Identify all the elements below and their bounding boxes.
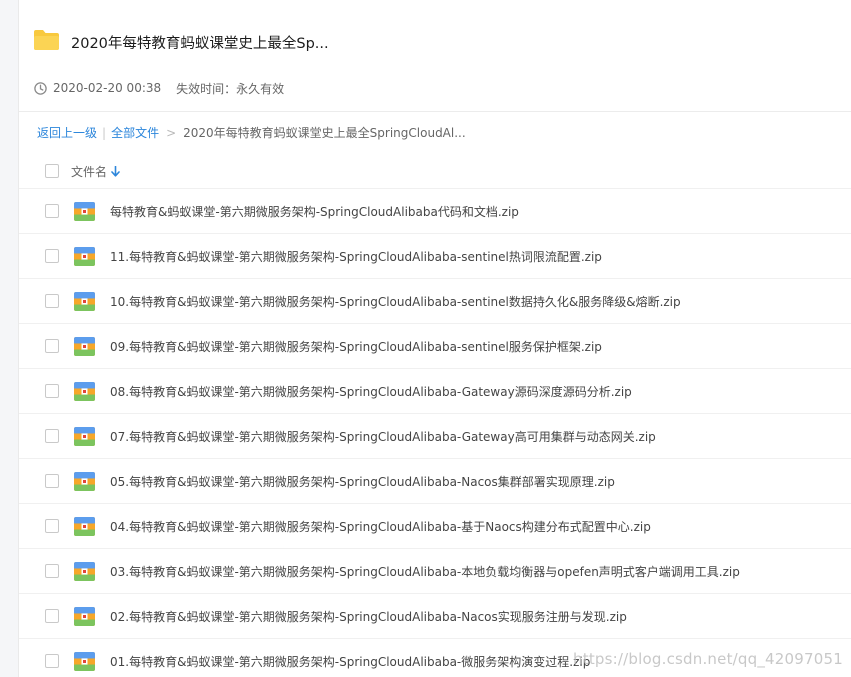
zip-file-icon bbox=[74, 382, 95, 401]
sort-down-arrow-icon[interactable] bbox=[111, 165, 120, 177]
share-title: 2020年每特教育蚂蚁课堂史上最全Sp... bbox=[71, 36, 329, 52]
file-row[interactable]: 09.每特教育&蚂蚁课堂-第六期微服务架构-SpringCloudAlibaba… bbox=[19, 323, 851, 368]
file-list-header: 文件名 bbox=[19, 155, 851, 187]
breadcrumb: 返回上一级 | 全部文件 > 2020年每特教育蚂蚁课堂史上最全SpringCl… bbox=[37, 124, 466, 141]
file-row[interactable]: 03.每特教育&蚂蚁课堂-第六期微服务架构-SpringCloudAlibaba… bbox=[19, 548, 851, 593]
file-checkbox[interactable] bbox=[45, 654, 59, 668]
file-checkbox[interactable] bbox=[45, 204, 59, 218]
zip-file-icon bbox=[74, 202, 95, 221]
file-row[interactable]: 04.每特教育&蚂蚁课堂-第六期微服务架构-SpringCloudAlibaba… bbox=[19, 503, 851, 548]
share-date: 2020-02-20 00:38 bbox=[53, 81, 162, 95]
zip-file-icon bbox=[74, 562, 95, 581]
clock-icon bbox=[34, 81, 47, 95]
file-row[interactable]: 02.每特教育&蚂蚁课堂-第六期微服务架构-SpringCloudAlibaba… bbox=[19, 593, 851, 638]
file-checkbox[interactable] bbox=[45, 384, 59, 398]
breadcrumb-all-files-link[interactable]: 全部文件 bbox=[111, 124, 159, 141]
file-row[interactable]: 10.每特教育&蚂蚁课堂-第六期微服务架构-SpringCloudAlibaba… bbox=[19, 278, 851, 323]
header-divider bbox=[19, 111, 851, 112]
file-name-link[interactable]: 03.每特教育&蚂蚁课堂-第六期微服务架构-SpringCloudAlibaba… bbox=[110, 563, 740, 580]
file-name-link[interactable]: 10.每特教育&蚂蚁课堂-第六期微服务架构-SpringCloudAlibaba… bbox=[110, 293, 681, 310]
filename-column-label: 文件名 bbox=[71, 164, 108, 179]
breadcrumb-current: 2020年每特教育蚂蚁课堂史上最全SpringCloudAl... bbox=[183, 126, 466, 140]
file-row[interactable]: 05.每特教育&蚂蚁课堂-第六期微服务架构-SpringCloudAlibaba… bbox=[19, 458, 851, 503]
left-sidebar-rail bbox=[0, 0, 19, 677]
zip-file-icon bbox=[74, 517, 95, 536]
breadcrumb-separator: | bbox=[102, 125, 107, 140]
file-checkbox[interactable] bbox=[45, 429, 59, 443]
file-row[interactable]: 每特教育&蚂蚁课堂-第六期微服务架构-SpringCloudAlibaba代码和… bbox=[19, 188, 851, 233]
zip-file-icon bbox=[74, 607, 95, 626]
file-row[interactable]: 11.每特教育&蚂蚁课堂-第六期微服务架构-SpringCloudAlibaba… bbox=[19, 233, 851, 278]
file-row[interactable]: 07.每特教育&蚂蚁课堂-第六期微服务架构-SpringCloudAlibaba… bbox=[19, 413, 851, 458]
file-row[interactable]: 08.每特教育&蚂蚁课堂-第六期微服务架构-SpringCloudAlibaba… bbox=[19, 368, 851, 413]
select-all-checkbox[interactable] bbox=[45, 164, 59, 178]
zip-file-icon bbox=[74, 247, 95, 266]
folder-icon bbox=[34, 30, 59, 50]
file-name-link[interactable]: 11.每特教育&蚂蚁课堂-第六期微服务架构-SpringCloudAlibaba… bbox=[110, 248, 602, 265]
zip-file-icon bbox=[74, 472, 95, 491]
share-expiry: 失效时间：永久有效 bbox=[176, 81, 285, 96]
file-name-link[interactable]: 01.每特教育&蚂蚁课堂-第六期微服务架构-SpringCloudAlibaba… bbox=[110, 653, 590, 670]
file-checkbox[interactable] bbox=[45, 474, 59, 488]
breadcrumb-back-link[interactable]: 返回上一级 bbox=[37, 124, 97, 141]
file-name-link[interactable]: 07.每特教育&蚂蚁课堂-第六期微服务架构-SpringCloudAlibaba… bbox=[110, 428, 656, 445]
file-name-link[interactable]: 05.每特教育&蚂蚁课堂-第六期微服务架构-SpringCloudAlibaba… bbox=[110, 473, 615, 490]
filename-column-header[interactable]: 文件名 bbox=[71, 163, 120, 180]
share-meta: 2020-02-20 00:38 失效时间：永久有效 bbox=[34, 79, 284, 97]
watermark: https://blog.csdn.net/qq_42097051 bbox=[573, 650, 843, 668]
zip-file-icon bbox=[74, 337, 95, 356]
file-checkbox[interactable] bbox=[45, 609, 59, 623]
file-name-link[interactable]: 02.每特教育&蚂蚁课堂-第六期微服务架构-SpringCloudAlibaba… bbox=[110, 608, 627, 625]
zip-file-icon bbox=[74, 292, 95, 311]
file-checkbox[interactable] bbox=[45, 249, 59, 263]
file-list: 每特教育&蚂蚁课堂-第六期微服务架构-SpringCloudAlibaba代码和… bbox=[19, 188, 851, 677]
file-name-link[interactable]: 每特教育&蚂蚁课堂-第六期微服务架构-SpringCloudAlibaba代码和… bbox=[110, 203, 519, 220]
zip-file-icon bbox=[74, 652, 95, 671]
file-checkbox[interactable] bbox=[45, 294, 59, 308]
file-checkbox[interactable] bbox=[45, 519, 59, 533]
file-name-link[interactable]: 08.每特教育&蚂蚁课堂-第六期微服务架构-SpringCloudAlibaba… bbox=[110, 383, 632, 400]
file-name-link[interactable]: 04.每特教育&蚂蚁课堂-第六期微服务架构-SpringCloudAlibaba… bbox=[110, 518, 651, 535]
file-checkbox[interactable] bbox=[45, 339, 59, 353]
file-name-link[interactable]: 09.每特教育&蚂蚁课堂-第六期微服务架构-SpringCloudAlibaba… bbox=[110, 338, 602, 355]
file-checkbox[interactable] bbox=[45, 564, 59, 578]
zip-file-icon bbox=[74, 427, 95, 446]
breadcrumb-chevron: > bbox=[166, 125, 177, 140]
